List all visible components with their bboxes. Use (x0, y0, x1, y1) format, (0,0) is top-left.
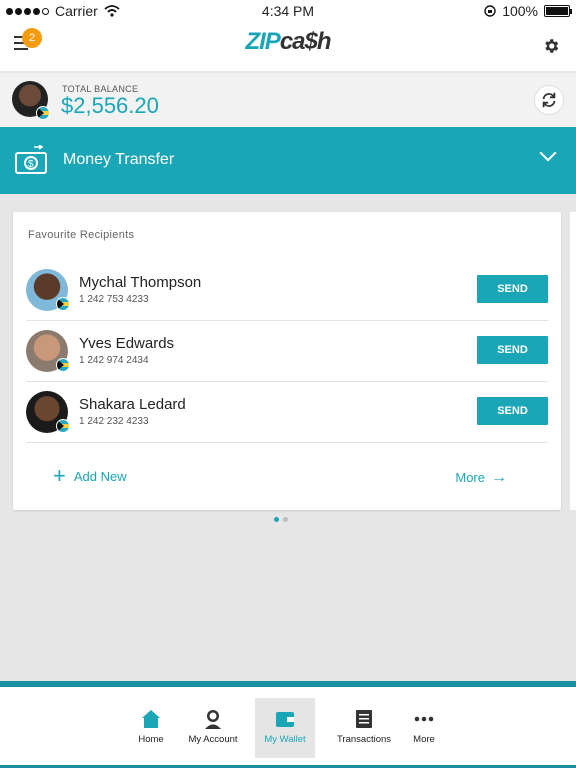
svg-text:$: $ (28, 159, 34, 170)
money-transfer-title: Money Transfer (63, 151, 175, 168)
tab-bar: Home My Account My Wallet Transactions M… (0, 687, 576, 768)
recipient-phone: 1 242 753 4233 (79, 294, 149, 305)
transactions-icon (356, 710, 372, 728)
refresh-button[interactable] (534, 85, 564, 115)
more-link[interactable]: More → (455, 468, 507, 486)
money-transfer-icon: $ (15, 145, 47, 174)
page-dot-active[interactable] (274, 517, 279, 522)
battery-percent: 100% (502, 3, 538, 19)
bahamas-flag-icon (36, 106, 50, 120)
tab-my-wallet[interactable]: My Wallet (255, 698, 315, 758)
plus-icon: + (53, 463, 66, 488)
gear-icon[interactable] (542, 37, 560, 55)
bahamas-flag-icon (56, 358, 70, 372)
add-new-label: Add New (73, 468, 127, 484)
recipient-phone: 1 242 232 4233 (79, 416, 149, 427)
tab-label: Transactions (336, 734, 392, 745)
refresh-icon (542, 92, 556, 108)
more-link-label: More (455, 470, 485, 485)
tab-more[interactable]: More (408, 698, 440, 758)
balance-bar: TOTAL BALANCE $2,556.20 (0, 73, 576, 127)
logo-cash: ca$h (279, 28, 332, 55)
more-icon (414, 716, 434, 722)
list-item[interactable]: Yves Edwards 1 242 974 2434 SEND (26, 321, 548, 382)
add-new-button[interactable]: + Add New (53, 463, 127, 488)
status-bar: Carrier 4:34 PM 100% (0, 0, 576, 22)
bahamas-flag-icon (56, 297, 70, 311)
send-button[interactable]: SEND (477, 397, 548, 425)
list-item[interactable]: Shakara Ledard 1 242 232 4233 SEND (26, 382, 548, 443)
battery-group: 100% (484, 3, 572, 19)
home-icon (142, 710, 160, 728)
chevron-down-icon[interactable] (539, 144, 557, 162)
recipient-name: Shakara Ledard (79, 396, 186, 413)
zipcash-logo: ZIPca$h (0, 28, 576, 56)
tab-transactions[interactable]: Transactions (334, 698, 394, 758)
balance-amount: $2,556.20 (61, 93, 159, 118)
tab-label: Home (138, 734, 164, 745)
list-item[interactable]: Mychal Thompson 1 242 753 4233 SEND (26, 260, 548, 321)
tab-my-account[interactable]: My Account (184, 698, 242, 758)
tab-label: More (413, 734, 435, 745)
tab-home[interactable]: Home (130, 698, 172, 758)
battery-icon (544, 5, 572, 17)
page-indicator[interactable] (274, 517, 288, 522)
bahamas-flag-icon (56, 419, 70, 433)
card-title: Favourite Recipients (28, 229, 135, 241)
app-header: 2 ZIPca$h (0, 22, 576, 72)
wallet-icon (276, 712, 294, 727)
logo-zip: ZIP (245, 28, 280, 55)
recipient-phone: 1 242 974 2434 (79, 355, 149, 366)
tab-label: My Wallet (264, 734, 306, 745)
arrow-right-icon: → (491, 468, 507, 486)
account-icon (205, 710, 221, 729)
tab-label: My Account (188, 734, 238, 745)
money-transfer-header[interactable]: $ Money Transfer (0, 127, 576, 194)
recipient-name: Yves Edwards (79, 335, 175, 352)
page-dot[interactable] (283, 517, 288, 522)
send-button[interactable]: SEND (477, 275, 548, 303)
send-button[interactable]: SEND (477, 336, 548, 364)
favourite-recipients-card: Favourite Recipients Mychal Thompson 1 2… (13, 212, 561, 510)
next-card-peek[interactable] (570, 212, 576, 510)
recipient-name: Mychal Thompson (79, 274, 202, 291)
rotation-lock-icon (484, 5, 496, 17)
